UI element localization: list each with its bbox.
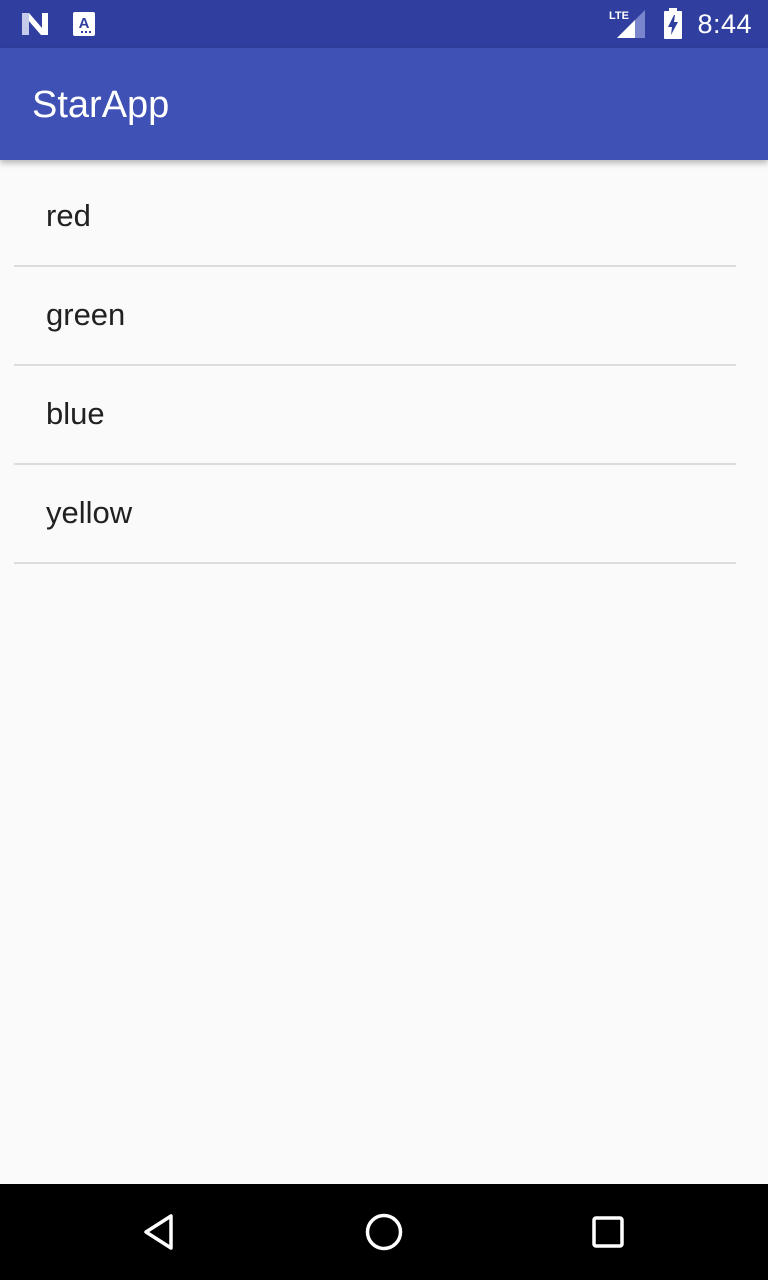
status-bar: A LTE 8:44 (0, 0, 768, 48)
list-item-label: green (46, 296, 126, 332)
list-item-yellow[interactable]: yellow (14, 465, 736, 564)
recents-button[interactable] (584, 1208, 632, 1256)
app-title: StarApp (32, 84, 170, 126)
svg-text:A: A (79, 15, 90, 32)
navigation-bar (0, 1184, 768, 1280)
list-item-red[interactable]: red (14, 168, 736, 267)
home-button[interactable] (360, 1208, 408, 1256)
list-item-green[interactable]: green (14, 267, 736, 366)
network-type-label: LTE (609, 10, 629, 22)
recents-icon (588, 1212, 628, 1252)
list-item-label: yellow (46, 494, 133, 530)
battery-charging-icon (663, 8, 683, 40)
app-bar: StarApp (0, 48, 768, 160)
list-item-blue[interactable]: blue (14, 366, 736, 465)
a-notification-icon: A (72, 11, 96, 37)
n-notification-icon (20, 11, 50, 37)
home-icon (364, 1212, 404, 1252)
status-notifications: A (20, 10, 96, 38)
back-icon (140, 1212, 180, 1252)
status-time: 8:44 (697, 8, 752, 39)
color-list: red green blue yellow (14, 168, 736, 564)
back-button[interactable] (136, 1208, 184, 1256)
list-item-label: red (46, 197, 91, 233)
lte-signal-icon: LTE (609, 8, 649, 40)
status-system: LTE 8:44 (609, 0, 752, 48)
list-item-label: blue (46, 395, 105, 431)
screen: A LTE 8:44 StarApp red green blue yellow (0, 0, 768, 1280)
